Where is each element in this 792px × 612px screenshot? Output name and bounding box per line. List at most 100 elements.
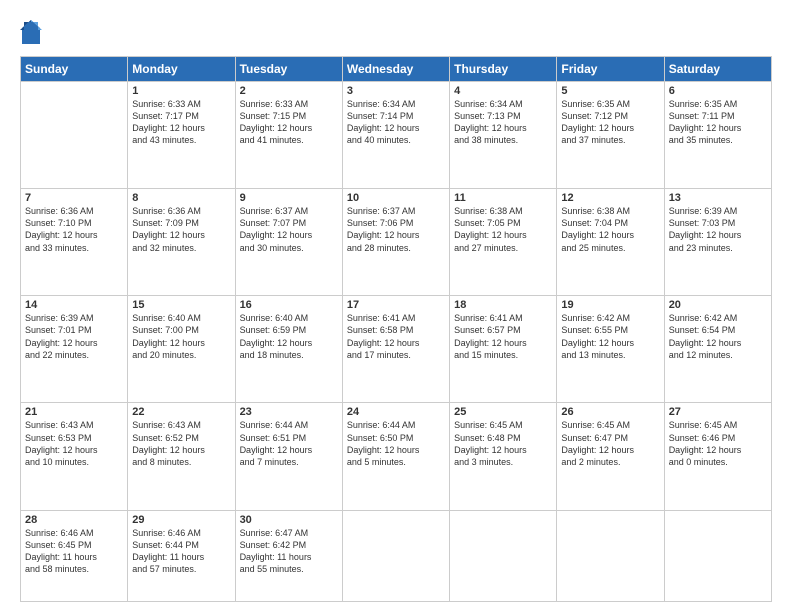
day-info: Sunrise: 6:37 AM Sunset: 7:06 PM Dayligh… [347, 205, 445, 254]
day-number: 9 [240, 192, 338, 204]
day-info: Sunrise: 6:36 AM Sunset: 7:10 PM Dayligh… [25, 205, 123, 254]
calendar-week-row: 21Sunrise: 6:43 AM Sunset: 6:53 PM Dayli… [21, 403, 772, 510]
day-number: 14 [25, 299, 123, 311]
calendar-cell: 29Sunrise: 6:46 AM Sunset: 6:44 PM Dayli… [128, 510, 235, 602]
day-number: 1 [132, 85, 230, 97]
day-info: Sunrise: 6:42 AM Sunset: 6:55 PM Dayligh… [561, 312, 659, 361]
calendar-cell: 7Sunrise: 6:36 AM Sunset: 7:10 PM Daylig… [21, 189, 128, 296]
calendar-cell: 2Sunrise: 6:33 AM Sunset: 7:15 PM Daylig… [235, 82, 342, 189]
day-info: Sunrise: 6:45 AM Sunset: 6:46 PM Dayligh… [669, 419, 767, 468]
day-number: 13 [669, 192, 767, 204]
weekday-header-tuesday: Tuesday [235, 57, 342, 82]
calendar-cell [21, 82, 128, 189]
day-number: 29 [132, 514, 230, 526]
weekday-header-thursday: Thursday [450, 57, 557, 82]
page: SundayMondayTuesdayWednesdayThursdayFrid… [0, 0, 792, 612]
calendar-cell: 28Sunrise: 6:46 AM Sunset: 6:45 PM Dayli… [21, 510, 128, 602]
day-info: Sunrise: 6:41 AM Sunset: 6:57 PM Dayligh… [454, 312, 552, 361]
day-info: Sunrise: 6:33 AM Sunset: 7:15 PM Dayligh… [240, 98, 338, 147]
day-info: Sunrise: 6:35 AM Sunset: 7:11 PM Dayligh… [669, 98, 767, 147]
day-info: Sunrise: 6:39 AM Sunset: 7:03 PM Dayligh… [669, 205, 767, 254]
calendar-cell: 20Sunrise: 6:42 AM Sunset: 6:54 PM Dayli… [664, 296, 771, 403]
day-number: 17 [347, 299, 445, 311]
header [20, 18, 772, 46]
calendar-cell: 18Sunrise: 6:41 AM Sunset: 6:57 PM Dayli… [450, 296, 557, 403]
day-number: 28 [25, 514, 123, 526]
day-number: 19 [561, 299, 659, 311]
day-info: Sunrise: 6:39 AM Sunset: 7:01 PM Dayligh… [25, 312, 123, 361]
calendar-cell: 8Sunrise: 6:36 AM Sunset: 7:09 PM Daylig… [128, 189, 235, 296]
day-number: 11 [454, 192, 552, 204]
calendar-cell: 12Sunrise: 6:38 AM Sunset: 7:04 PM Dayli… [557, 189, 664, 296]
calendar-cell: 24Sunrise: 6:44 AM Sunset: 6:50 PM Dayli… [342, 403, 449, 510]
day-number: 3 [347, 85, 445, 97]
weekday-header-friday: Friday [557, 57, 664, 82]
day-number: 7 [25, 192, 123, 204]
day-info: Sunrise: 6:45 AM Sunset: 6:47 PM Dayligh… [561, 419, 659, 468]
day-number: 21 [25, 406, 123, 418]
day-number: 20 [669, 299, 767, 311]
day-info: Sunrise: 6:36 AM Sunset: 7:09 PM Dayligh… [132, 205, 230, 254]
day-number: 5 [561, 85, 659, 97]
calendar-cell: 4Sunrise: 6:34 AM Sunset: 7:13 PM Daylig… [450, 82, 557, 189]
calendar-cell: 11Sunrise: 6:38 AM Sunset: 7:05 PM Dayli… [450, 189, 557, 296]
day-info: Sunrise: 6:34 AM Sunset: 7:14 PM Dayligh… [347, 98, 445, 147]
calendar-cell: 23Sunrise: 6:44 AM Sunset: 6:51 PM Dayli… [235, 403, 342, 510]
calendar-cell [450, 510, 557, 602]
day-number: 18 [454, 299, 552, 311]
calendar-cell: 19Sunrise: 6:42 AM Sunset: 6:55 PM Dayli… [557, 296, 664, 403]
day-number: 12 [561, 192, 659, 204]
calendar-cell: 15Sunrise: 6:40 AM Sunset: 7:00 PM Dayli… [128, 296, 235, 403]
calendar-cell [664, 510, 771, 602]
calendar-cell: 27Sunrise: 6:45 AM Sunset: 6:46 PM Dayli… [664, 403, 771, 510]
calendar-header-row: SundayMondayTuesdayWednesdayThursdayFrid… [21, 57, 772, 82]
logo-icon [20, 18, 42, 46]
day-info: Sunrise: 6:38 AM Sunset: 7:05 PM Dayligh… [454, 205, 552, 254]
calendar-table: SundayMondayTuesdayWednesdayThursdayFrid… [20, 56, 772, 602]
calendar-cell: 21Sunrise: 6:43 AM Sunset: 6:53 PM Dayli… [21, 403, 128, 510]
day-number: 10 [347, 192, 445, 204]
calendar-cell: 25Sunrise: 6:45 AM Sunset: 6:48 PM Dayli… [450, 403, 557, 510]
calendar-cell: 13Sunrise: 6:39 AM Sunset: 7:03 PM Dayli… [664, 189, 771, 296]
day-number: 15 [132, 299, 230, 311]
weekday-header-monday: Monday [128, 57, 235, 82]
day-info: Sunrise: 6:41 AM Sunset: 6:58 PM Dayligh… [347, 312, 445, 361]
day-info: Sunrise: 6:43 AM Sunset: 6:53 PM Dayligh… [25, 419, 123, 468]
day-number: 16 [240, 299, 338, 311]
day-number: 2 [240, 85, 338, 97]
day-number: 4 [454, 85, 552, 97]
calendar-cell: 22Sunrise: 6:43 AM Sunset: 6:52 PM Dayli… [128, 403, 235, 510]
calendar-cell: 6Sunrise: 6:35 AM Sunset: 7:11 PM Daylig… [664, 82, 771, 189]
calendar-week-row: 7Sunrise: 6:36 AM Sunset: 7:10 PM Daylig… [21, 189, 772, 296]
calendar-cell: 5Sunrise: 6:35 AM Sunset: 7:12 PM Daylig… [557, 82, 664, 189]
day-info: Sunrise: 6:43 AM Sunset: 6:52 PM Dayligh… [132, 419, 230, 468]
day-number: 30 [240, 514, 338, 526]
day-number: 27 [669, 406, 767, 418]
day-info: Sunrise: 6:46 AM Sunset: 6:44 PM Dayligh… [132, 527, 230, 576]
day-info: Sunrise: 6:47 AM Sunset: 6:42 PM Dayligh… [240, 527, 338, 576]
calendar-cell: 26Sunrise: 6:45 AM Sunset: 6:47 PM Dayli… [557, 403, 664, 510]
day-info: Sunrise: 6:37 AM Sunset: 7:07 PM Dayligh… [240, 205, 338, 254]
day-info: Sunrise: 6:44 AM Sunset: 6:50 PM Dayligh… [347, 419, 445, 468]
calendar-cell: 1Sunrise: 6:33 AM Sunset: 7:17 PM Daylig… [128, 82, 235, 189]
calendar-cell [557, 510, 664, 602]
logo [20, 18, 46, 46]
calendar-cell: 30Sunrise: 6:47 AM Sunset: 6:42 PM Dayli… [235, 510, 342, 602]
day-number: 22 [132, 406, 230, 418]
day-info: Sunrise: 6:35 AM Sunset: 7:12 PM Dayligh… [561, 98, 659, 147]
weekday-header-saturday: Saturday [664, 57, 771, 82]
day-number: 8 [132, 192, 230, 204]
day-info: Sunrise: 6:40 AM Sunset: 6:59 PM Dayligh… [240, 312, 338, 361]
calendar-week-row: 1Sunrise: 6:33 AM Sunset: 7:17 PM Daylig… [21, 82, 772, 189]
weekday-header-wednesday: Wednesday [342, 57, 449, 82]
day-info: Sunrise: 6:46 AM Sunset: 6:45 PM Dayligh… [25, 527, 123, 576]
calendar-cell: 10Sunrise: 6:37 AM Sunset: 7:06 PM Dayli… [342, 189, 449, 296]
day-info: Sunrise: 6:40 AM Sunset: 7:00 PM Dayligh… [132, 312, 230, 361]
day-info: Sunrise: 6:44 AM Sunset: 6:51 PM Dayligh… [240, 419, 338, 468]
day-number: 24 [347, 406, 445, 418]
day-info: Sunrise: 6:45 AM Sunset: 6:48 PM Dayligh… [454, 419, 552, 468]
calendar-cell: 3Sunrise: 6:34 AM Sunset: 7:14 PM Daylig… [342, 82, 449, 189]
day-info: Sunrise: 6:38 AM Sunset: 7:04 PM Dayligh… [561, 205, 659, 254]
calendar-week-row: 28Sunrise: 6:46 AM Sunset: 6:45 PM Dayli… [21, 510, 772, 602]
day-info: Sunrise: 6:34 AM Sunset: 7:13 PM Dayligh… [454, 98, 552, 147]
